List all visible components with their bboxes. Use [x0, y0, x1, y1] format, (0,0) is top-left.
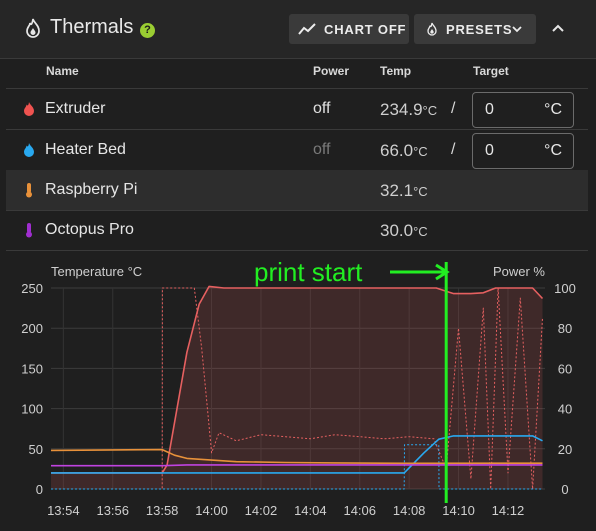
x-tick-label: 14:08 — [393, 503, 426, 518]
x-tick-label: 13:54 — [47, 503, 80, 518]
power-value: off — [313, 100, 331, 117]
sensor-name: Octopus Pro — [45, 221, 134, 238]
sensor-name: Raspberry Pi — [45, 181, 138, 198]
y2-tick-label: 60 — [558, 361, 572, 376]
y2-tick-label: 20 — [558, 442, 572, 457]
x-tick-label: 13:56 — [96, 503, 129, 518]
y-tick-label: 150 — [21, 361, 43, 376]
sensor-name: Heater Bed — [45, 141, 126, 158]
series-line — [51, 464, 543, 467]
target-input-extruder[interactable]: 0 °C — [472, 92, 574, 128]
temperature-value: 66.0°C — [380, 141, 428, 160]
chart-area — [51, 286, 543, 489]
column-name-header: Name — [46, 64, 79, 78]
x-tick-label: 13:58 — [146, 503, 179, 518]
chevron-down-icon — [512, 26, 522, 33]
flame-icon — [26, 18, 40, 38]
presets-label: PRESETS — [446, 22, 513, 37]
y2-axis-label: Power % — [493, 264, 545, 279]
temperature-value: 30.0°C — [380, 221, 428, 240]
extruder-area-fill — [51, 286, 543, 489]
target-input-heater-bed[interactable]: 0 °C — [472, 133, 574, 169]
thermals-panel: Thermals ? CHART OFF PRESETS Name Power … — [0, 0, 596, 531]
temperature-chart[interactable]: 25020015010050010080604020013:54 13:56 13:… — [0, 252, 596, 531]
print-start-label: print start — [254, 257, 363, 287]
x-tick-label: 14:10 — [442, 503, 475, 518]
thermometer-icon — [26, 183, 32, 198]
table-row-heater-bed[interactable]: Heater Bed off 66.0°C / 0 °C — [6, 130, 588, 171]
y2-tick-label: 100 — [554, 281, 576, 296]
flame-icon — [24, 143, 34, 157]
flame-icon — [24, 102, 34, 116]
chart-line-icon — [298, 23, 316, 35]
y2-tick-label: 40 — [558, 402, 572, 417]
table-row-extruder[interactable]: Extruder off 234.9°C / 0 °C — [6, 89, 588, 130]
sensor-name: Extruder — [45, 100, 106, 117]
temperature-value: 32.1°C — [380, 181, 428, 200]
thermometer-icon — [26, 223, 32, 238]
help-icon[interactable]: ? — [140, 23, 155, 38]
flame-icon — [427, 22, 437, 36]
separator: / — [451, 141, 456, 158]
column-power-header: Power — [313, 64, 350, 78]
y-tick-label: 100 — [21, 402, 43, 417]
temperature-value: 234.9°C — [380, 100, 438, 119]
y-tick-label: 50 — [29, 442, 43, 457]
y2-tick-label: 0 — [561, 482, 568, 497]
chart-toggle-button[interactable]: CHART OFF — [289, 14, 409, 44]
x-tick-label: 14:04 — [294, 503, 327, 518]
x-tick-label: 14:06 — [343, 503, 376, 518]
power-value: off — [313, 141, 331, 158]
table-row-octopus-pro[interactable]: Octopus Pro 30.0°C — [6, 210, 588, 251]
y-tick-label: 0 — [36, 482, 43, 497]
y-axis-label: Temperature °C — [51, 264, 142, 279]
panel-title: Thermals — [50, 16, 134, 38]
presets-button[interactable]: PRESETS — [414, 14, 536, 44]
y-tick-label: 200 — [21, 321, 43, 336]
separator: / — [451, 100, 456, 117]
chart-toggle-label: CHART OFF — [324, 22, 407, 37]
x-tick-label: 14:00 — [195, 503, 228, 518]
collapse-chevron-up-icon[interactable] — [546, 17, 570, 41]
x-tick-label: 14:02 — [245, 503, 278, 518]
y-tick-label: 250 — [21, 281, 43, 296]
panel-header: Thermals ? CHART OFF PRESETS — [0, 0, 596, 59]
table-row-raspberry-pi[interactable]: Raspberry Pi 32.1°C — [6, 170, 588, 211]
column-target-header: Target — [473, 64, 509, 78]
x-tick-label: 14:12 — [492, 503, 525, 518]
column-temp-header: Temp — [380, 64, 412, 78]
y2-tick-label: 80 — [558, 321, 572, 336]
